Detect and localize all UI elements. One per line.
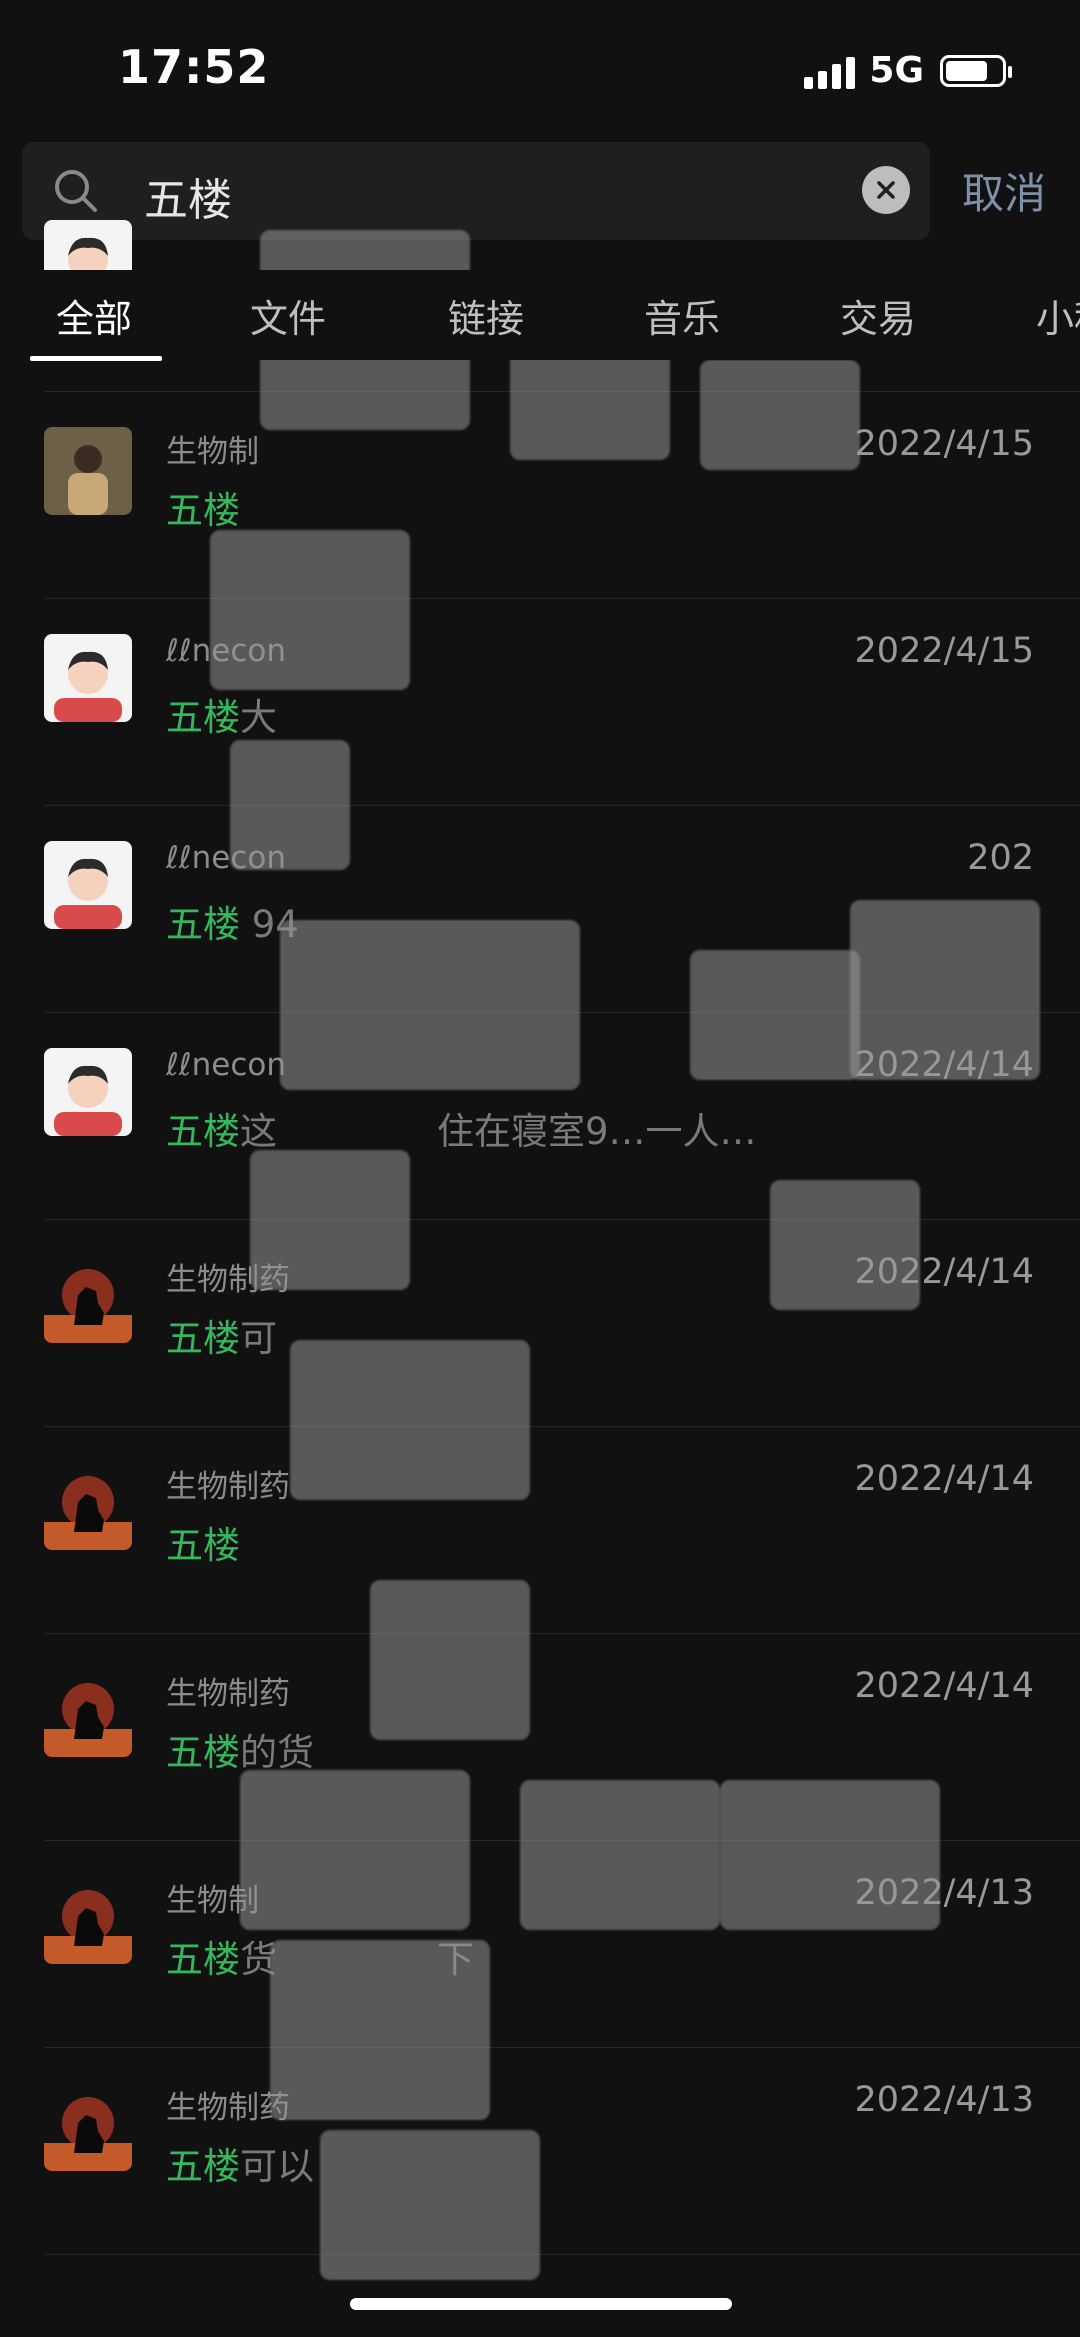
avatar bbox=[44, 1255, 132, 1343]
avatar bbox=[44, 634, 132, 722]
snippet-text: 大 bbox=[240, 696, 277, 739]
snippet-text: 的货 bbox=[240, 1731, 314, 1774]
search-result-row[interactable]: 生物制药 2022/4/13 五楼可以 bbox=[0, 2048, 1080, 2255]
lion-avatar-icon bbox=[44, 1462, 132, 1550]
tab-music[interactable]: 音乐 bbox=[644, 288, 720, 343]
redaction-mark bbox=[290, 1340, 530, 1500]
redaction-mark bbox=[370, 1580, 530, 1740]
redaction-mark bbox=[690, 950, 860, 1080]
avatar bbox=[44, 427, 132, 515]
redaction-mark bbox=[250, 1150, 410, 1290]
home-indicator bbox=[350, 2298, 732, 2310]
keyword-highlight: 五楼 bbox=[166, 2145, 240, 2188]
message-snippet: 五楼大 bbox=[166, 687, 437, 741]
keyword-highlight: 五楼 bbox=[166, 1110, 240, 1153]
cartoon-boy-avatar-icon bbox=[44, 841, 132, 929]
redaction-mark bbox=[280, 920, 580, 1090]
lion-avatar-icon bbox=[44, 1669, 132, 1757]
redaction-mark bbox=[270, 1940, 490, 2120]
redaction-mark bbox=[230, 740, 350, 870]
network-type: 5G bbox=[869, 50, 924, 91]
redaction-mark bbox=[720, 1780, 940, 1930]
keyword-highlight: 五楼 bbox=[166, 1524, 240, 1567]
result-date: 202 bbox=[967, 838, 1034, 878]
tab-files[interactable]: 文件 bbox=[250, 288, 326, 343]
row-divider bbox=[44, 2254, 1080, 2255]
result-date: 2022/4/14 bbox=[854, 1459, 1034, 1499]
snippet-text: 可以 bbox=[240, 2145, 314, 2188]
search-result-row[interactable]: 生物制药 2022/4/14 五楼 bbox=[0, 1427, 1080, 1634]
signal-icon bbox=[804, 53, 856, 89]
result-date: 2022/4/13 bbox=[854, 2080, 1034, 2120]
snippet-tail: 住在寝室9…一人… bbox=[437, 1110, 757, 1153]
battery-icon bbox=[940, 54, 1012, 87]
message-snippet: 五楼 bbox=[166, 1515, 400, 1569]
keyword-highlight: 五楼 bbox=[166, 696, 240, 739]
snippet-text: 可 bbox=[240, 1317, 277, 1360]
message-snippet: 五楼 bbox=[166, 480, 400, 534]
cartoon-boy-avatar-icon bbox=[44, 634, 132, 722]
lion-avatar-icon bbox=[44, 1255, 132, 1343]
cartoon-boy-avatar-icon bbox=[44, 1048, 132, 1136]
chat-name: 生物制药 bbox=[166, 1676, 290, 1712]
status-indicators: 5G bbox=[804, 50, 1012, 91]
result-date: 2022/4/15 bbox=[854, 424, 1034, 464]
category-tabs: 全部 文件 链接 音乐 交易 小程 bbox=[0, 270, 1080, 361]
avatar bbox=[44, 841, 132, 929]
tab-mini-programs[interactable]: 小程 bbox=[1036, 288, 1080, 343]
lion-avatar-icon bbox=[44, 1876, 132, 1964]
battery-level bbox=[946, 60, 987, 81]
keyword-highlight: 五楼 bbox=[166, 903, 240, 946]
avatar bbox=[44, 1876, 132, 1964]
avatar bbox=[44, 1462, 132, 1550]
redaction-mark bbox=[700, 360, 860, 470]
avatar bbox=[44, 2083, 132, 2171]
message-snippet: 五楼这 住在寝室9…一人… bbox=[166, 1101, 757, 1155]
redaction-mark bbox=[850, 900, 1040, 1080]
redaction-mark bbox=[210, 530, 410, 690]
keyword-highlight: 五楼 bbox=[166, 1731, 240, 1774]
chat-name: 生物制 bbox=[166, 434, 259, 470]
chat-name: 生物制药 bbox=[166, 1469, 290, 1505]
snippet-text: 这 bbox=[240, 1110, 277, 1153]
redaction-mark bbox=[240, 1770, 470, 1930]
photo-avatar-icon bbox=[44, 427, 132, 515]
redaction-mark bbox=[770, 1180, 920, 1310]
status-bar: 17:52 5G bbox=[0, 0, 1080, 140]
keyword-highlight: 五楼 bbox=[166, 1938, 240, 1981]
status-time: 17:52 bbox=[118, 40, 270, 94]
avatar bbox=[44, 1669, 132, 1757]
avatar bbox=[44, 1048, 132, 1136]
tab-transactions[interactable]: 交易 bbox=[840, 288, 916, 343]
result-date: 2022/4/15 bbox=[854, 631, 1034, 671]
keyword-highlight: 五楼 bbox=[166, 1317, 240, 1360]
active-tab-indicator bbox=[30, 356, 162, 361]
chat-name: ℓℓnecon bbox=[166, 1047, 286, 1083]
redaction-mark bbox=[520, 1780, 720, 1930]
tab-links[interactable]: 链接 bbox=[448, 288, 524, 343]
keyword-highlight: 五楼 bbox=[166, 489, 240, 532]
result-date: 2022/4/14 bbox=[854, 1666, 1034, 1706]
redaction-mark bbox=[320, 2130, 540, 2280]
lion-avatar-icon bbox=[44, 2083, 132, 2171]
tab-all[interactable]: 全部 bbox=[56, 288, 132, 343]
search-result-row[interactable]: ℓℓnecon2022/4/15五楼大 bbox=[0, 599, 1080, 806]
